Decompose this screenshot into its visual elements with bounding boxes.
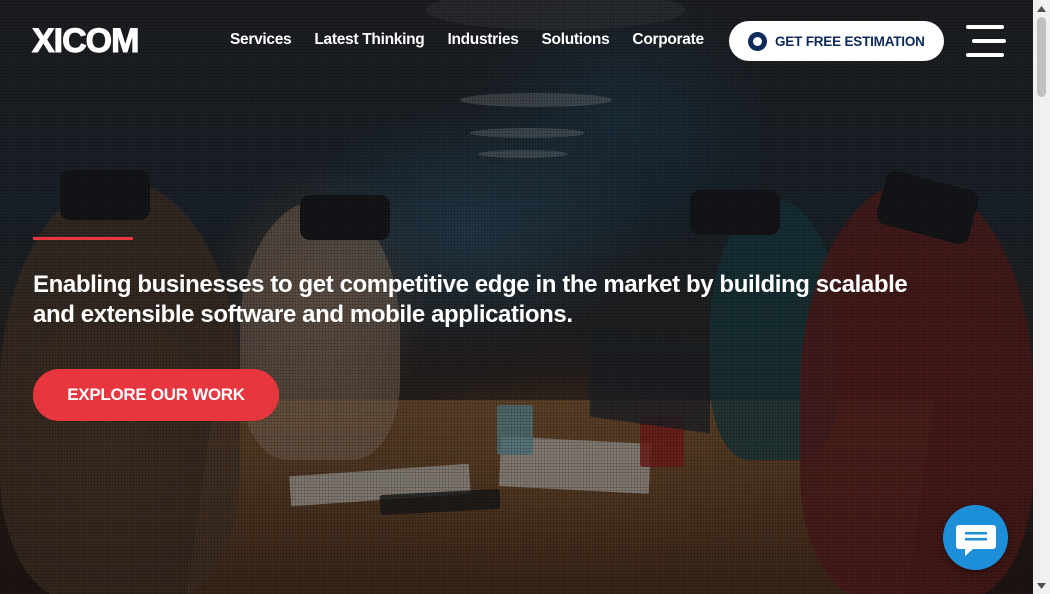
nav-item-solutions[interactable]: Solutions [542,31,610,49]
main-nav: Services Latest Thinking Industries Solu… [230,31,727,49]
circle-target-icon [748,31,767,51]
chat-button[interactable] [943,505,1008,570]
logo[interactable]: XICOM [31,24,139,59]
scroll-down-arrow-icon[interactable] [1033,577,1050,594]
vertical-scrollbar[interactable] [1033,0,1050,594]
hero-headline: Enabling businesses to get competitive e… [33,271,908,328]
hamburger-line [972,39,1006,43]
explore-our-work-button[interactable]: EXPLORE OUR WORK [33,369,279,421]
hamburger-menu-icon [966,25,1004,29]
scroll-thumb[interactable] [1037,17,1046,97]
chat-bubble-icon [956,525,996,556]
nav-item-latest-thinking[interactable]: Latest Thinking [314,31,424,49]
site-header: XICOM Services Latest Thinking Industrie… [0,0,1033,84]
page: XICOM Services Latest Thinking Industrie… [0,0,1050,594]
nav-item-corporate[interactable]: Corporate [632,31,704,49]
accent-line [33,237,133,240]
get-free-estimation-button[interactable]: GET FREE ESTIMATION [729,21,944,61]
hamburger-menu-button[interactable] [966,25,1006,59]
hamburger-line [966,53,1004,57]
cta-label: GET FREE ESTIMATION [775,33,925,49]
nav-item-services[interactable]: Services [230,31,292,49]
nav-item-industries[interactable]: Industries [447,31,518,49]
scroll-up-arrow-icon[interactable] [1033,0,1050,17]
